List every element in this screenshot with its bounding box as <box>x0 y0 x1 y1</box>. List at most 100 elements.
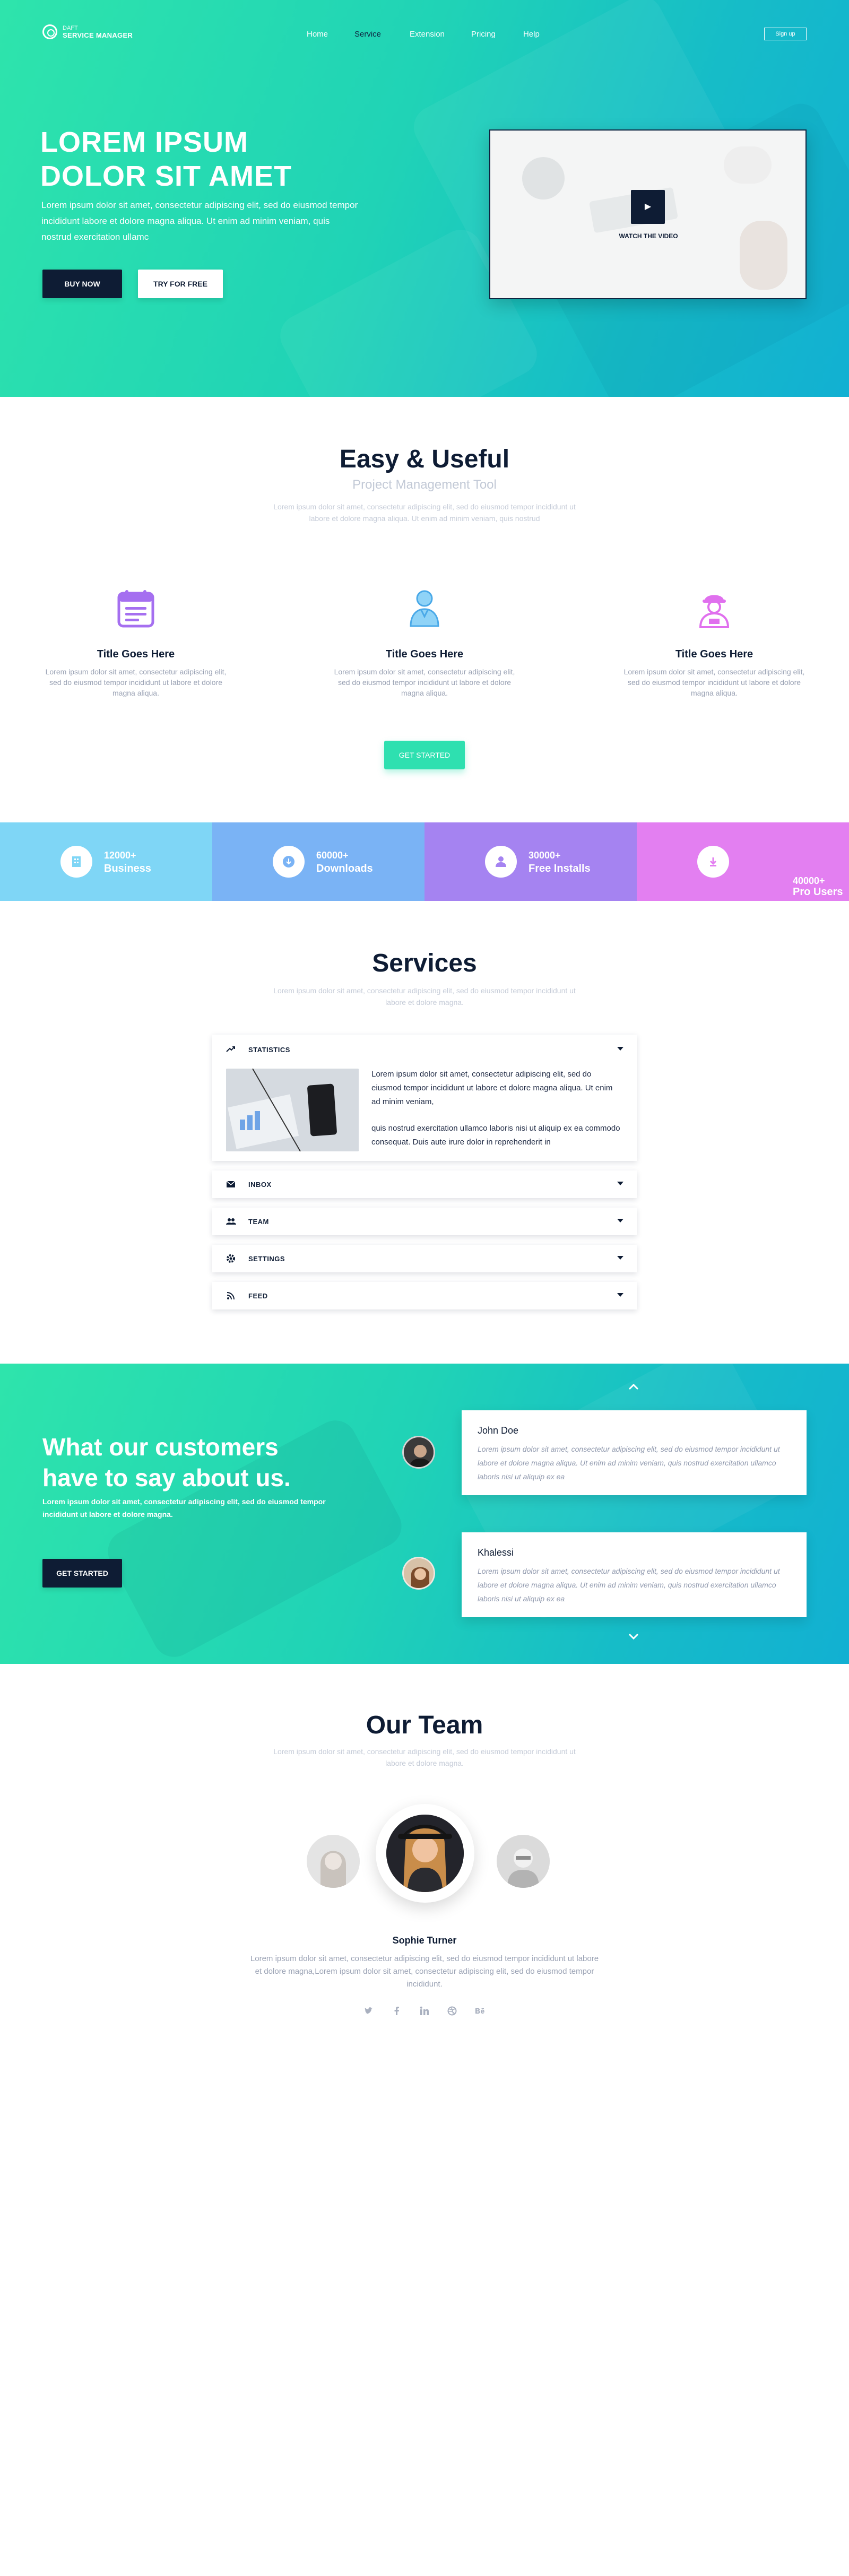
chevron-down-icon[interactable] <box>617 1291 624 1299</box>
stat-label: Free Installs <box>529 863 591 874</box>
chevron-down-icon[interactable] <box>626 1629 641 1644</box>
video-thumbnail-object <box>724 146 772 184</box>
stat-free-installs: 30000+ Free Installs <box>424 822 637 901</box>
chevron-down-icon[interactable] <box>617 1180 624 1187</box>
stat-number: 40000+ <box>793 875 825 886</box>
stat-downloads: 60000+ Downloads <box>212 822 424 901</box>
team-icon <box>226 1218 236 1225</box>
accordion-header[interactable]: STATISTICS <box>212 1035 637 1064</box>
team-member-photo[interactable] <box>497 1835 550 1888</box>
hero-section: DAFT SERVICE MANAGER Home Service Extens… <box>0 0 849 397</box>
nav-item-home[interactable]: Home <box>307 30 328 39</box>
accordion-content-text: Lorem ipsum dolor sit amet, consectetur … <box>371 1070 613 1106</box>
chevron-up-icon[interactable] <box>626 1380 641 1394</box>
accordion-item-feed[interactable]: FEED <box>212 1282 637 1309</box>
download-icon <box>273 846 305 878</box>
testimonial-text: Lorem ipsum dolor sit amet, consectetur … <box>478 1445 780 1481</box>
accordion-label: STATISTICS <box>248 1046 290 1054</box>
rss-icon <box>227 1292 235 1300</box>
behance-icon[interactable] <box>475 2006 486 2016</box>
easy-useful-subtitle: Project Management Tool <box>352 478 497 492</box>
buy-now-button[interactable]: BUY NOW <box>42 270 122 298</box>
dribbble-icon[interactable] <box>447 2006 457 2016</box>
hero-text: Lorem ipsum dolor sit amet, consectetur … <box>41 200 358 242</box>
accordion-header[interactable]: FEED <box>212 1282 637 1309</box>
mail-icon <box>226 1181 236 1187</box>
linkedin-icon[interactable] <box>419 2006 430 2016</box>
feature-description: Lorem ipsum dolor sit amet, consectetur … <box>334 667 515 697</box>
hero-title: LOREM IPSUM DOLOR SIT AMET <box>40 126 292 192</box>
testimonial-name: John Doe <box>478 1425 519 1436</box>
accordion-content-text: quis nostrud exercitation ullamco labori… <box>371 1124 620 1147</box>
trending-icon <box>226 1046 235 1052</box>
stat-business: 12000+ Business <box>0 822 212 901</box>
stat-number: 12000+ <box>104 850 136 861</box>
testimonial-name: Khalessi <box>478 1547 514 1558</box>
twitter-icon[interactable] <box>363 2006 374 2016</box>
person-icon <box>485 846 517 878</box>
chevron-down-icon[interactable] <box>617 1045 624 1053</box>
accordion-label: FEED <box>248 1292 268 1300</box>
accordion-header[interactable]: TEAM <box>212 1208 637 1235</box>
try-for-free-button[interactable]: TRY FOR FREE <box>138 270 223 298</box>
statistics-image <box>226 1069 359 1151</box>
video-thumbnail-hand <box>740 221 787 290</box>
get-started-button[interactable]: GET STARTED <box>384 741 465 769</box>
stat-number: 60000+ <box>316 850 349 861</box>
video-card[interactable]: ▶ WATCH THE VIDEO <box>489 129 807 299</box>
stat-label: Business <box>104 863 151 874</box>
accordion-header[interactable]: INBOX <box>212 1170 637 1198</box>
stat-pro-users: 40000+ Pro Users <box>637 822 849 901</box>
logo-bottom-text: SERVICE MANAGER <box>63 31 133 39</box>
avatar <box>402 1436 435 1469</box>
testimonial-text: Lorem ipsum dolor sit amet, consectetur … <box>478 1567 780 1603</box>
team-member-photo-active[interactable] <box>386 1815 464 1892</box>
testimonials-description: Lorem ipsum dolor sit amet, consectetur … <box>42 1497 326 1519</box>
services-title: Services <box>372 949 477 977</box>
play-icon[interactable]: ▶ <box>631 190 665 224</box>
accordion-item-inbox[interactable]: INBOX <box>212 1170 637 1198</box>
calendar-icon <box>117 590 154 628</box>
logo-top-text: DAFT <box>63 25 78 31</box>
chevron-down-icon[interactable] <box>617 1217 624 1225</box>
watch-video-label[interactable]: WATCH THE VIDEO <box>596 232 700 240</box>
team-member-photo[interactable] <box>307 1835 360 1888</box>
accordion-item-statistics[interactable]: STATISTICS Lorem ipsum dolor sit amet, c… <box>212 1035 637 1161</box>
accordion-label: TEAM <box>248 1218 269 1226</box>
feature-description: Lorem ipsum dolor sit amet, consectetur … <box>623 667 805 697</box>
accordion-label: SETTINGS <box>248 1255 285 1263</box>
video-thumbnail-mug <box>522 157 565 200</box>
testimonials-title: What our customers have to say about us. <box>42 1433 291 1491</box>
facebook-icon[interactable] <box>392 2006 402 2016</box>
chevron-down-icon[interactable] <box>617 1254 624 1262</box>
download-icon <box>697 846 729 878</box>
stat-label: Downloads <box>316 863 373 874</box>
feature-title: Title Goes Here <box>675 648 753 660</box>
accordion-item-settings[interactable]: SETTINGS <box>212 1245 637 1272</box>
logo-mark-icon <box>42 24 57 39</box>
social-links <box>0 2006 849 2019</box>
feature-title: Title Goes Here <box>385 648 464 660</box>
easy-useful-description: Lorem ipsum dolor sit amet, consectetur … <box>273 502 576 523</box>
easy-useful-title: Easy & Useful <box>339 445 510 473</box>
feature-title: Title Goes Here <box>97 648 175 660</box>
avatar <box>402 1557 435 1590</box>
nav-item-extension[interactable]: Extension <box>410 30 445 39</box>
accordion-header[interactable]: SETTINGS <box>212 1245 637 1272</box>
team-title: Our Team <box>366 1711 483 1739</box>
stats-bar: 12000+ Business 60000+ Downloads 30000+ … <box>0 822 849 901</box>
testimonial-card: John Doe Lorem ipsum dolor sit amet, con… <box>462 1410 807 1495</box>
worker-icon <box>699 595 730 628</box>
building-icon <box>60 846 92 878</box>
testimonial-card: Khalessi Lorem ipsum dolor sit amet, con… <box>462 1532 807 1617</box>
stat-number: 30000+ <box>529 850 561 861</box>
nav-item-service[interactable]: Service <box>354 30 381 39</box>
accordion-item-team[interactable]: TEAM <box>212 1208 637 1235</box>
get-started-button[interactable]: GET STARTED <box>42 1559 122 1588</box>
logo[interactable]: DAFT SERVICE MANAGER <box>42 24 133 39</box>
nav-item-help[interactable]: Help <box>523 30 540 39</box>
nav-item-pricing[interactable]: Pricing <box>471 30 496 39</box>
gear-icon <box>227 1254 235 1263</box>
accordion-label: INBOX <box>248 1181 272 1189</box>
signup-button[interactable]: Sign up <box>764 28 807 40</box>
